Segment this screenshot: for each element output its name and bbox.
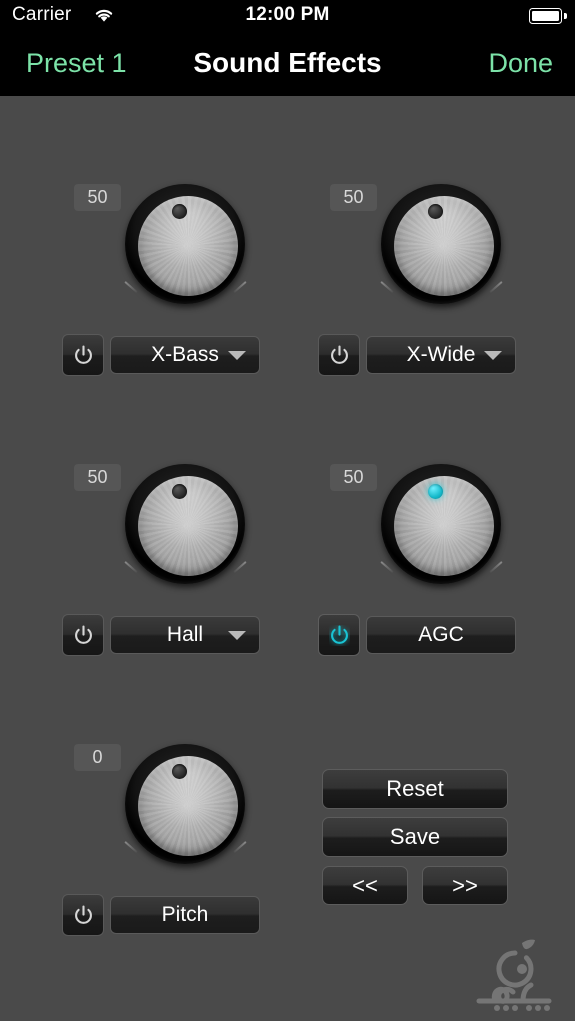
knob-tick-left-icon	[380, 280, 394, 294]
knob-ring	[125, 744, 245, 864]
knob-pitch[interactable]	[122, 742, 248, 868]
effect-label-agc: AGC	[418, 623, 464, 646]
done-button[interactable]: Done	[488, 48, 553, 79]
chevron-down-icon	[228, 631, 246, 640]
effect-label-x-bass: X-Bass	[151, 343, 219, 366]
effect-label-field-agc[interactable]: AGC	[366, 616, 516, 654]
knob-tick-left-icon	[124, 840, 138, 854]
knob-ring	[125, 184, 245, 304]
power-button-hall[interactable]	[62, 614, 104, 656]
effect-select-x-bass[interactable]: X-Bass	[110, 336, 260, 374]
power-button-x-wide[interactable]	[318, 334, 360, 376]
next-preset-button[interactable]: >>	[422, 866, 508, 905]
knob-tick-left-icon	[124, 280, 138, 294]
previous-preset-button[interactable]: <<	[322, 866, 408, 905]
power-button-agc[interactable]	[318, 614, 360, 656]
app-root: Carrier 12:00 PM Preset 1 Sound Effects …	[0, 0, 575, 1021]
knob-tick-left-icon	[380, 560, 394, 574]
power-button-pitch[interactable]	[62, 894, 104, 936]
knob-face	[138, 756, 238, 856]
knob-ring	[125, 464, 245, 584]
effect-select-x-wide[interactable]: X-Wide	[366, 336, 516, 374]
effect-label-field-pitch[interactable]: Pitch	[110, 896, 260, 934]
battery-nub	[564, 13, 567, 19]
knob-face	[138, 476, 238, 576]
knob-face	[138, 196, 238, 296]
value-badge-x-bass: 50	[74, 184, 121, 211]
effect-select-hall[interactable]: Hall	[110, 616, 260, 654]
knob-agc[interactable]	[378, 462, 504, 588]
sibapp-logo-watermark	[467, 929, 563, 1013]
chevron-down-icon	[484, 351, 502, 360]
battery-full-icon	[529, 8, 562, 24]
effect-label-x-wide: X-Wide	[406, 343, 476, 366]
knob-indicator-dot	[172, 484, 187, 499]
knob-indicator-dot	[428, 204, 443, 219]
knob-x-wide[interactable]	[378, 182, 504, 308]
effect-label-pitch: Pitch	[161, 903, 209, 926]
navigation-bar: Preset 1 Sound Effects Done	[0, 33, 575, 96]
status-bar: Carrier 12:00 PM	[0, 0, 575, 33]
battery-fill	[531, 10, 560, 22]
value-badge-hall: 50	[74, 464, 121, 491]
knob-indicator-dot	[172, 204, 187, 219]
knob-face	[394, 196, 494, 296]
knob-x-bass[interactable]	[122, 182, 248, 308]
reset-button[interactable]: Reset	[322, 769, 508, 809]
knob-tick-left-icon	[124, 560, 138, 574]
save-button[interactable]: Save	[322, 817, 508, 857]
knob-face	[394, 476, 494, 576]
effect-label-hall: Hall	[166, 623, 204, 646]
knob-ring	[381, 184, 501, 304]
value-badge-agc: 50	[330, 464, 377, 491]
knob-indicator-dot	[172, 764, 187, 779]
value-badge-x-wide: 50	[330, 184, 377, 211]
knob-hall[interactable]	[122, 462, 248, 588]
chevron-down-icon	[228, 351, 246, 360]
knob-indicator-dot	[428, 484, 443, 499]
clock-label: 12:00 PM	[245, 4, 330, 25]
value-badge-pitch: 0	[74, 744, 121, 771]
power-button-x-bass[interactable]	[62, 334, 104, 376]
knob-ring	[381, 464, 501, 584]
effects-panel: 50 X-Bass 50 X-Wide 50 Hall 50 AGC 0 Pit…	[0, 96, 575, 1021]
